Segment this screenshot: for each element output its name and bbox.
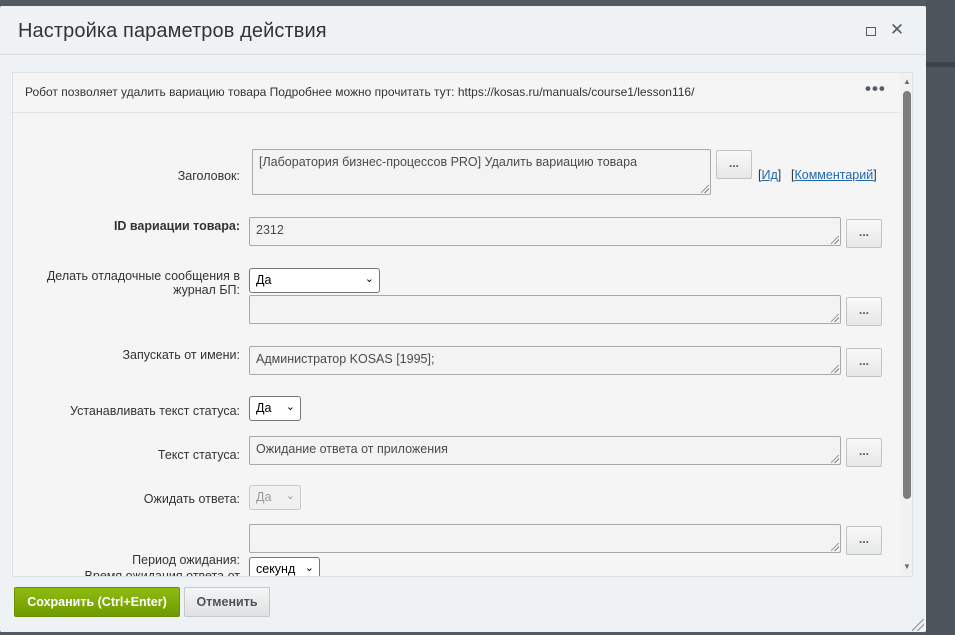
debug-label-line2: журнал БП: xyxy=(173,283,240,297)
page-backdrop-strip xyxy=(926,62,955,67)
scrollbar-thumb[interactable] xyxy=(903,91,911,499)
maximize-icon[interactable] xyxy=(860,20,880,40)
wait-period-dots-button[interactable]: ... xyxy=(846,526,882,555)
variation-id-dots-button[interactable]: ... xyxy=(846,219,882,248)
wait-time-label: Время ожидания ответа от xyxy=(84,569,240,577)
close-icon[interactable]: ✕ xyxy=(887,20,907,40)
id-link-wrapper: [Ид] xyxy=(758,168,782,182)
dialog-footer: Сохранить (Ctrl+Enter) Отменить xyxy=(0,577,926,632)
debug-label: Делать отладочные сообщения в журнал БП: xyxy=(23,269,240,297)
robot-description: Робот позволяет удалить вариацию товара … xyxy=(25,85,695,99)
comment-link[interactable]: Комментарий xyxy=(794,168,873,182)
variation-id-label: ID вариации товара: xyxy=(113,219,240,233)
status-text-field[interactable]: Ожидание ответа от приложения xyxy=(249,436,841,465)
run-as-dots-button[interactable]: ... xyxy=(846,348,882,377)
scroll-up-icon[interactable]: ▲ xyxy=(900,75,912,89)
status-text-label: Текст статуса: xyxy=(157,448,240,462)
debug-dots-button[interactable]: ... xyxy=(846,297,882,326)
chevron-down-icon: ⌄ xyxy=(285,490,295,502)
status-text-dots-button[interactable]: ... xyxy=(846,438,882,467)
debug-field[interactable] xyxy=(249,295,841,324)
resize-grip-icon[interactable] xyxy=(701,185,709,193)
resize-grip-icon[interactable] xyxy=(831,543,839,551)
title-label: Заголовок: xyxy=(177,169,240,183)
variation-id-field[interactable]: 2312 xyxy=(249,217,841,246)
wait-answer-label: Ожидать ответа: xyxy=(143,492,240,506)
wait-period-label: Период ожидания: xyxy=(132,553,240,567)
vertical-scrollbar[interactable]: ▲ ▼ xyxy=(900,73,912,576)
chevron-down-icon: ⌄ xyxy=(364,273,374,285)
cancel-button[interactable]: Отменить xyxy=(184,587,270,617)
wait-answer-select: Да ⌄ xyxy=(249,485,301,510)
dialog-titlebar[interactable]: Настройка параметров действия ✕ xyxy=(0,6,926,55)
dialog-content: Робот позволяет удалить вариацию товара … xyxy=(12,72,913,577)
chevron-down-icon: ⌄ xyxy=(304,562,314,574)
more-options-icon[interactable]: ••• xyxy=(865,79,886,99)
debug-select-value: Да xyxy=(256,273,272,287)
save-button[interactable]: Сохранить (Ctrl+Enter) xyxy=(14,587,180,617)
resize-grip-icon[interactable] xyxy=(831,314,839,322)
run-as-label: Запускать от имени: xyxy=(122,348,240,362)
wait-period-field[interactable] xyxy=(249,524,841,553)
wait-unit-select-value: секунд xyxy=(256,562,296,576)
variation-id-value: 2312 xyxy=(256,223,284,237)
title-dots-button[interactable]: ... xyxy=(716,150,752,179)
set-status-select-value: Да xyxy=(256,401,272,415)
title-field[interactable]: [Лаборатория бизнес-процессов PRO] Удали… xyxy=(252,149,711,195)
resize-grip-icon[interactable] xyxy=(831,365,839,373)
action-settings-dialog: Настройка параметров действия ✕ Робот по… xyxy=(0,6,926,632)
dialog-title: Настройка параметров действия xyxy=(18,20,327,42)
status-text-value: Ожидание ответа от приложения xyxy=(256,442,448,456)
dialog-resize-icon[interactable] xyxy=(912,619,924,631)
id-link[interactable]: Ид xyxy=(761,168,777,182)
wait-unit-select[interactable]: секунд ⌄ xyxy=(249,557,320,576)
run-as-field[interactable]: Администратор KOSAS [1995]; xyxy=(249,346,841,375)
resize-grip-icon[interactable] xyxy=(831,455,839,463)
page-backdrop xyxy=(926,0,955,635)
debug-label-line1: Делать отладочные сообщения в xyxy=(46,269,240,283)
scroll-down-icon[interactable]: ▼ xyxy=(900,560,912,574)
resize-grip-icon[interactable] xyxy=(831,236,839,244)
robot-description-bar: Робот позволяет удалить вариацию товара … xyxy=(13,73,900,113)
debug-select[interactable]: Да ⌄ xyxy=(249,268,380,293)
run-as-value: Администратор KOSAS [1995]; xyxy=(256,352,435,366)
set-status-select[interactable]: Да ⌄ xyxy=(249,396,301,421)
title-value: [Лаборатория бизнес-процессов PRO] Удали… xyxy=(259,155,638,169)
wait-answer-select-value: Да xyxy=(256,490,272,504)
chevron-down-icon: ⌄ xyxy=(285,401,295,413)
set-status-label: Устанавливать текст статуса: xyxy=(69,404,240,418)
comment-link-wrapper: [Комментарий] xyxy=(791,168,877,182)
